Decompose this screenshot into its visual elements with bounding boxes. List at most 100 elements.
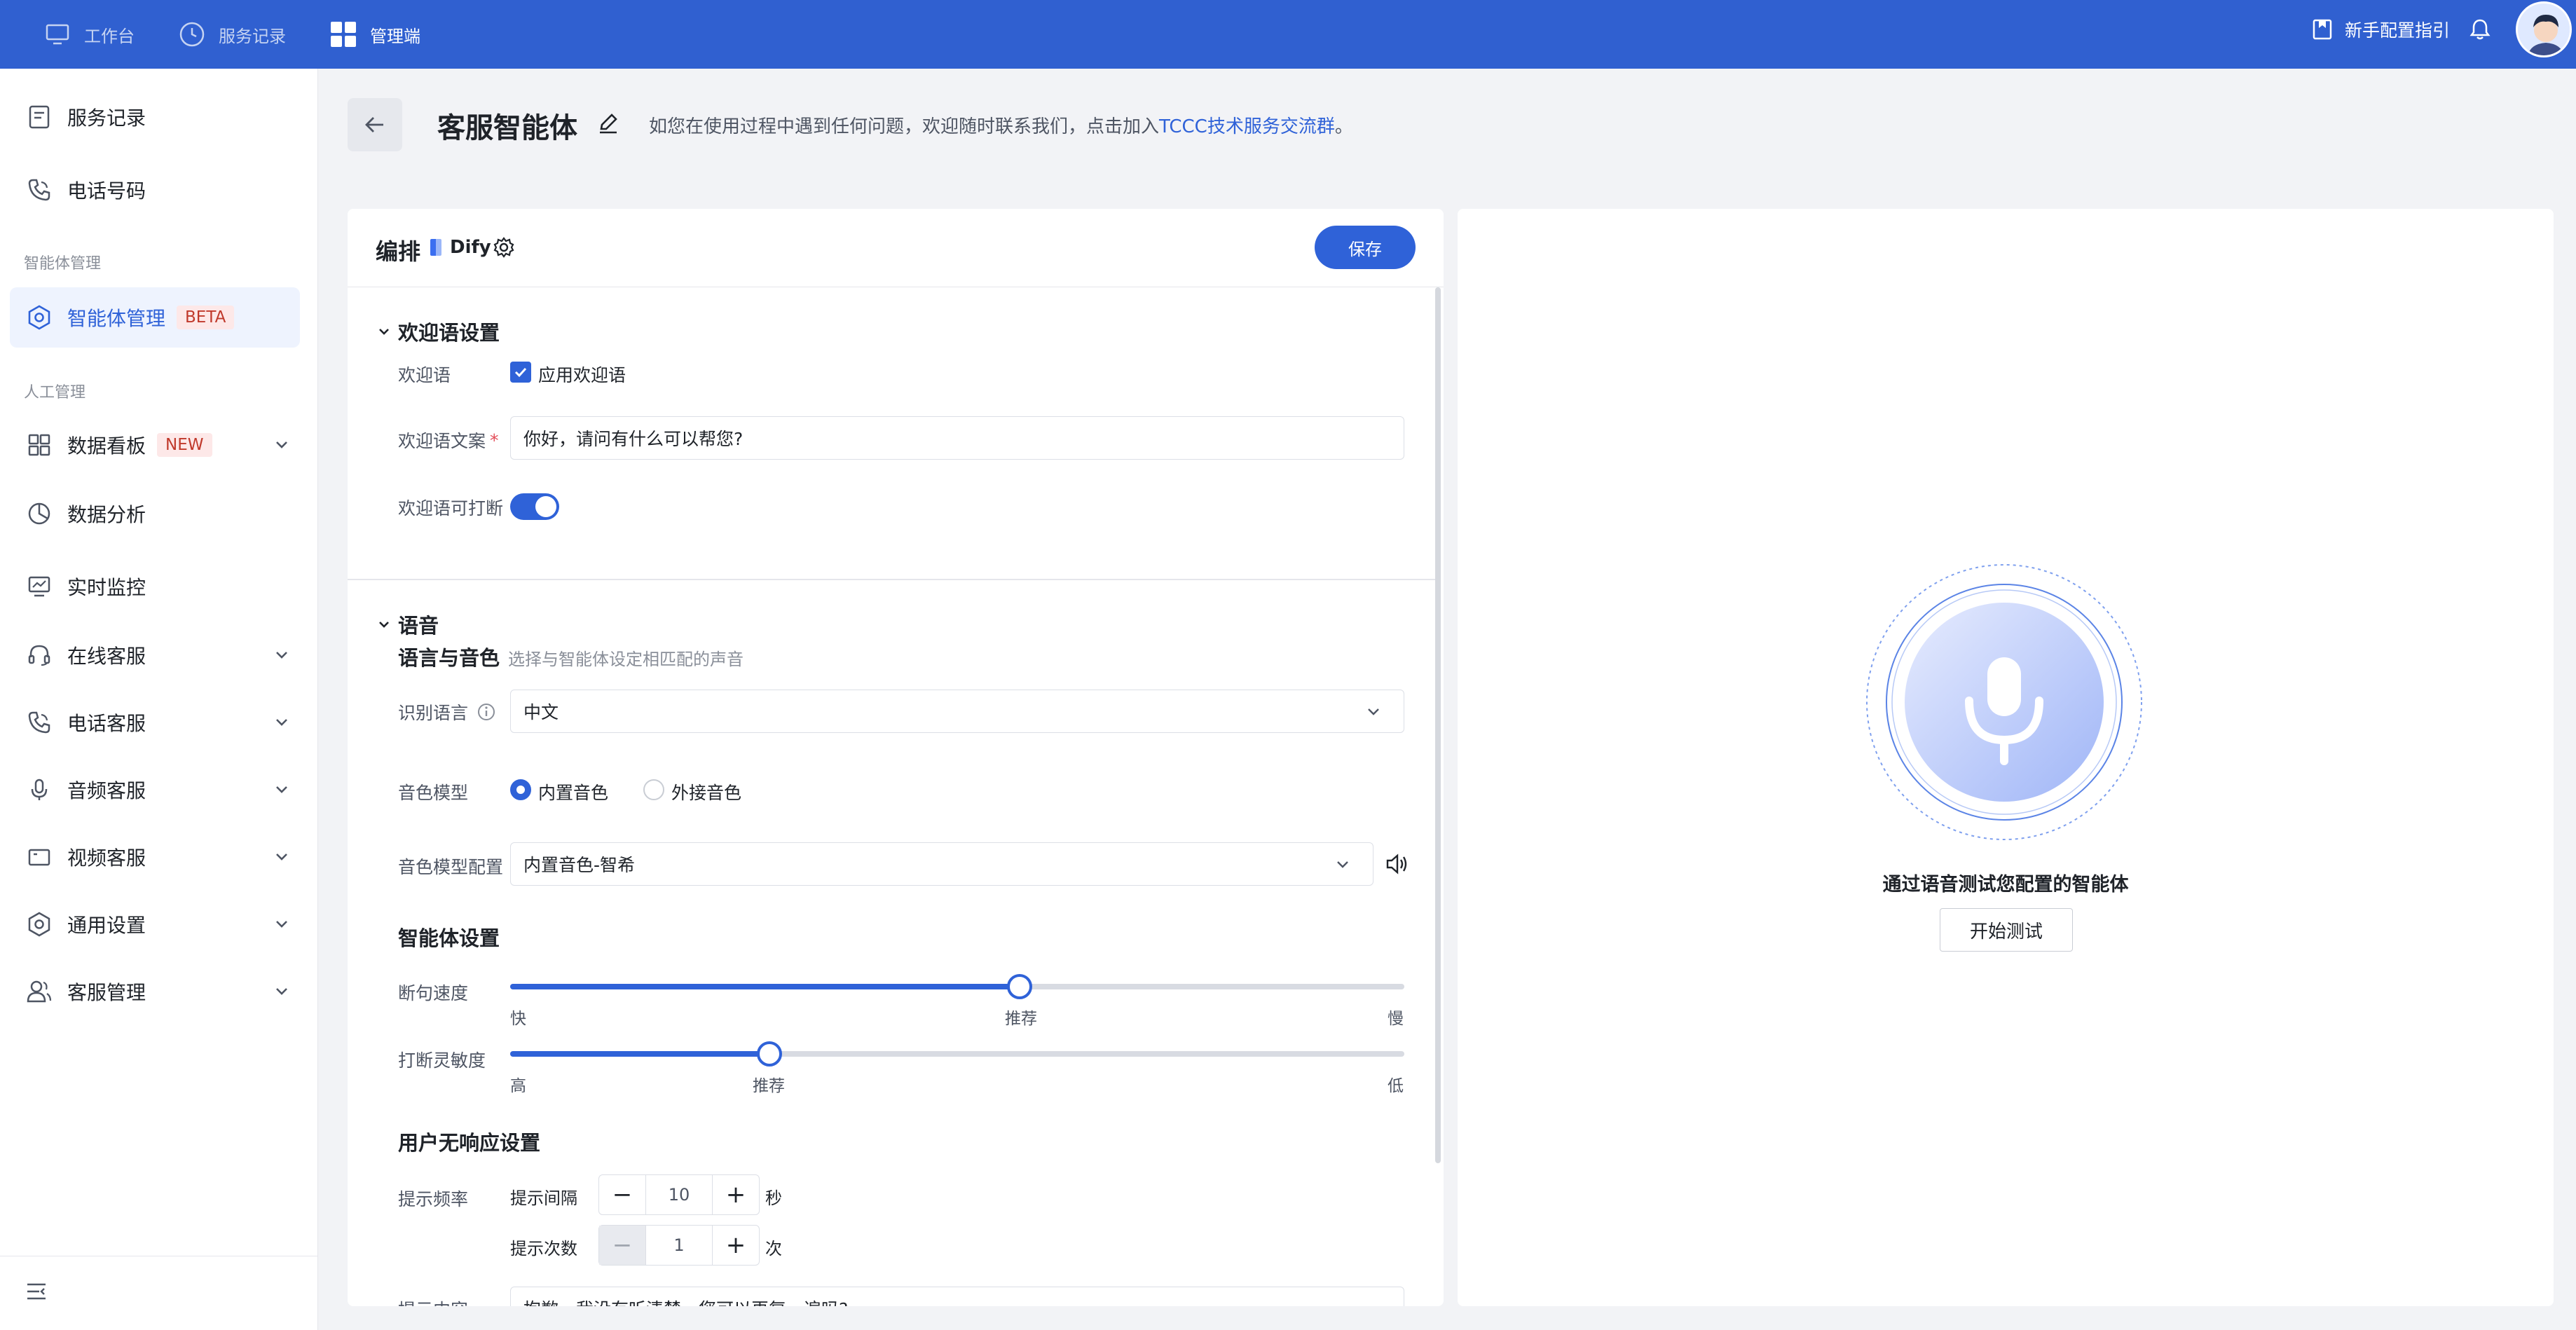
community-link[interactable]: TCCC技术服务交流群 [1159,116,1335,137]
bell-icon [2469,18,2491,41]
back-button[interactable] [348,98,402,151]
section-title-label: 欢迎语设置 [398,321,500,345]
count-unit: 次 [765,1239,782,1259]
voice-test-microphone[interactable] [1864,562,2144,842]
interval-label: 提示间隔 [510,1188,577,1208]
builtin-voice-radio[interactable] [510,779,531,800]
clock-icon [178,20,206,48]
voice-model-config-select[interactable]: 内置音色-智希 [510,842,1373,886]
top-bar: 工作台 服务记录 管理端 新手配置指引 [0,0,2576,69]
speed-label: 断句速度 [398,983,469,1003]
select-value: 中文 [523,702,559,722]
welcome-section-toggle[interactable]: 欢迎语设置 [376,317,500,346]
voice-model-config-label: 音色模型配置 [398,857,504,877]
slider-handle[interactable] [757,1041,783,1067]
sidebar-item-phone-numbers[interactable]: 电话号码 [10,160,300,220]
external-voice-radio[interactable] [643,779,664,800]
sidebar-item-audio-service[interactable]: 音频客服 [10,760,300,820]
new-badge: NEW [157,433,212,457]
edit-title-icon[interactable] [597,112,621,136]
decrement-button[interactable]: − [599,1175,645,1214]
count-label: 提示次数 [510,1239,577,1259]
sidebar-item-label: 客服管理 [67,981,146,1004]
notification-button[interactable] [2469,0,2491,59]
prompt-frequency-label: 提示频率 [398,1189,469,1209]
sidebar-item-realtime-monitor[interactable]: 实时监控 [10,556,300,617]
save-button[interactable]: 保存 [1315,226,1416,269]
start-test-button[interactable]: 开始测试 [1940,908,2073,952]
guide-icon [2313,19,2334,40]
section-title-label: 语音 [398,614,439,638]
test-panel: 通过语音测试您配置的智能体 开始测试 [1458,209,2554,1306]
sidebar-item-general-settings[interactable]: 通用设置 [10,894,300,954]
page-title: 客服智能体 [437,112,577,144]
decrement-button[interactable]: − [599,1226,645,1265]
collapse-menu-icon[interactable] [25,1281,50,1306]
prompt-content-label: 提示内容 [398,1296,468,1306]
chevron-down-icon [276,921,287,928]
sidebar-item-dashboard[interactable]: 数据看板 NEW [10,415,300,475]
sensitivity-right-label: 低 [1388,1077,1404,1095]
welcome-text-input[interactable]: 你好，请问有什么可以帮您? [510,416,1404,460]
phone-icon [25,708,53,736]
sidebar-item-label: 服务记录 [67,107,146,130]
sidebar-group-agent: 智能体管理 [24,255,102,273]
welcome-interrupt-toggle[interactable] [510,493,559,520]
apply-welcome-checkbox[interactable] [510,362,531,383]
topnav-service-records[interactable]: 服务记录 [178,0,286,69]
video-icon [25,843,53,871]
scrollbar[interactable] [1435,287,1441,1163]
chevron-down-icon [379,622,389,628]
dashboard-icon [25,431,53,459]
speed-slider[interactable] [510,974,1404,999]
sidebar-item-label: 数据分析 [67,503,146,526]
sidebar-item-agent-management[interactable]: 智能体管理 BETA [10,287,300,348]
count-value[interactable]: 1 [645,1226,713,1265]
chevron-down-icon [276,786,287,793]
prompt-content-input[interactable]: 抱歉，我没有听清楚，您可以再复一遍吗? [510,1287,1404,1306]
voice-section-toggle[interactable]: 语音 [376,610,439,639]
sidebar-item-agent-staff[interactable]: 客服管理 [10,961,300,1022]
arrow-left-icon [365,117,383,132]
sidebar-item-phone-service[interactable]: 电话客服 [10,692,300,753]
avatar[interactable] [2516,1,2572,57]
sensitivity-slider[interactable] [510,1041,1404,1067]
speaker-icon[interactable] [1385,852,1409,876]
sidebar-item-label: 实时监控 [67,576,146,599]
language-voice-title-text: 语言与音色 [398,646,500,670]
chevron-down-icon [276,441,287,448]
interval-stepper: − 10 + [598,1174,760,1215]
editor-header: 编排 Dify 保存 [348,209,1444,287]
topnav-workbench[interactable]: 工作台 [43,0,135,69]
topnav-admin[interactable]: 管理端 [329,0,420,69]
sidebar-item-service-records[interactable]: 服务记录 [10,87,300,147]
sidebar-item-data-analysis[interactable]: 数据分析 [10,484,300,544]
sidebar-item-online-service[interactable]: 在线客服 [10,625,300,685]
topnav-label: 工作台 [84,26,135,46]
speed-left-label: 快 [510,1010,526,1028]
interval-value[interactable]: 10 [645,1175,713,1214]
speed-right-label: 慢 [1388,1010,1404,1028]
recognition-language-select[interactable]: 中文 [510,690,1404,733]
chevron-down-icon [276,988,287,995]
provider-settings-gear-icon[interactable] [493,237,514,258]
sidebar-item-video-service[interactable]: 视频客服 [10,827,300,887]
guide-button[interactable]: 新手配置指引 [2313,0,2450,59]
slider-handle[interactable] [1007,974,1033,999]
phone-icon [25,176,53,204]
hexagon-gear-icon [25,303,53,331]
recognition-language-label: 识别语言 [398,699,496,725]
info-icon[interactable] [477,702,496,722]
check-icon [514,367,527,378]
chevron-down-icon [379,329,389,335]
headset-icon [25,641,53,669]
external-voice-label[interactable]: 外接音色 [671,779,741,804]
chevron-down-icon [1368,708,1379,715]
provider-label: Dify [430,237,491,258]
increment-button[interactable]: + [713,1226,759,1265]
increment-button[interactable]: + [713,1175,759,1214]
sidebar: 服务记录 电话号码 智能体管理 智能体管理 BETA 人工管理 数据看板 NEW… [0,69,318,1330]
apply-welcome-label[interactable]: 应用欢迎语 [538,362,626,387]
sidebar-item-label: 电话号码 [67,179,146,203]
builtin-voice-label[interactable]: 内置音色 [538,779,608,804]
